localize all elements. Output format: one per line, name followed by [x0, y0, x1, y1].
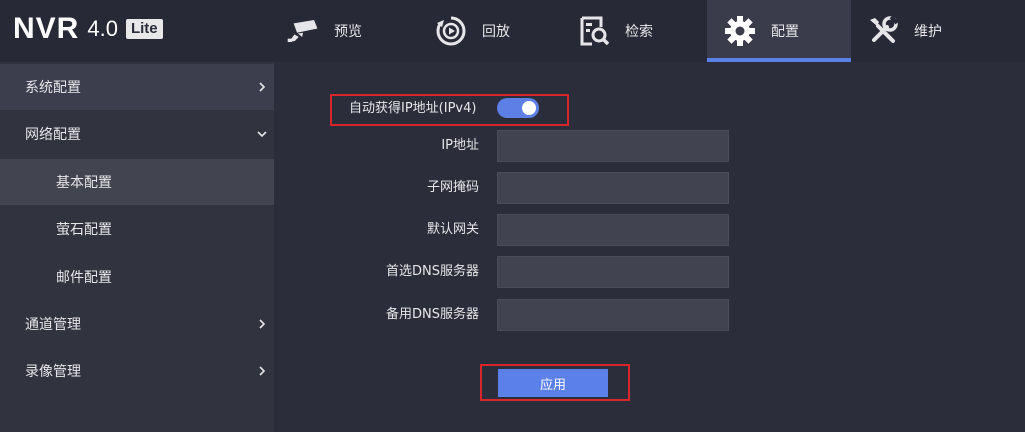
- sidebar-item-channel-mgmt[interactable]: 通道管理: [0, 301, 274, 347]
- brand-version: 4.0: [87, 16, 118, 41]
- camera-icon: [286, 14, 320, 48]
- chevron-right-icon: [259, 82, 266, 92]
- default-gateway-input[interactable]: [497, 214, 729, 246]
- tab-label: 预览: [334, 24, 362, 40]
- sidebar-item-basic-config[interactable]: 基本配置: [0, 159, 274, 205]
- search-doc-icon: [577, 14, 611, 48]
- sidebar-item-label: 通道管理: [25, 317, 81, 333]
- alternate-dns-input[interactable]: [497, 299, 729, 331]
- brand-logo: NVR 4.0 Lite: [13, 9, 163, 49]
- subnet-mask-input[interactable]: [497, 172, 729, 204]
- tab-label: 维护: [914, 24, 942, 40]
- preferred-dns-label: 首选DNS服务器: [386, 264, 479, 279]
- tab-label: 回放: [482, 24, 510, 40]
- brand-name: NVR: [13, 12, 80, 45]
- dhcp-label: 自动获得IP地址(IPv4): [349, 101, 477, 116]
- ip-address-input[interactable]: [497, 130, 729, 162]
- tools-icon: [866, 14, 900, 48]
- subnet-mask-label: 子网掩码: [426, 180, 479, 195]
- ip-address-label: IP地址: [441, 138, 479, 153]
- preferred-dns-input[interactable]: [497, 256, 729, 288]
- chevron-right-icon: [259, 366, 266, 376]
- tab-playback[interactable]: 回放: [434, 0, 564, 62]
- dhcp-toggle[interactable]: [497, 98, 539, 118]
- sidebar-item-email-config[interactable]: 邮件配置: [0, 254, 274, 300]
- chevron-down-icon: [257, 131, 267, 138]
- apply-button[interactable]: 应用: [498, 369, 608, 397]
- sidebar-item-label: 邮件配置: [56, 270, 112, 286]
- sidebar-item-system-config[interactable]: 系统配置: [0, 64, 274, 110]
- sidebar-item-label: 网络配置: [25, 127, 81, 143]
- tab-label: 检索: [625, 24, 653, 40]
- top-bar: NVR 4.0 Lite 预览 回放 检索 配置 维护: [0, 0, 1025, 62]
- gear-icon: [723, 14, 757, 48]
- sidebar-item-label: 萤石配置: [56, 222, 112, 238]
- tab-label: 配置: [771, 24, 799, 40]
- sidebar-item-record-mgmt[interactable]: 录像管理: [0, 348, 274, 394]
- sidebar-item-label: 基本配置: [56, 175, 112, 191]
- sidebar-item-ezviz-config[interactable]: 萤石配置: [0, 206, 274, 252]
- tab-config[interactable]: 配置: [707, 0, 851, 62]
- sidebar-item-label: 录像管理: [25, 364, 81, 380]
- toggle-knob: [522, 101, 536, 115]
- tab-maintenance[interactable]: 维护: [866, 0, 996, 62]
- sidebar-item-label: 系统配置: [25, 80, 81, 96]
- tab-preview[interactable]: 预览: [286, 0, 416, 62]
- default-gateway-label: 默认网关: [426, 222, 479, 237]
- sidebar-item-network-config[interactable]: 网络配置: [0, 111, 274, 157]
- brand-tag: Lite: [125, 19, 163, 39]
- tab-search[interactable]: 检索: [577, 0, 707, 62]
- chevron-right-icon: [259, 319, 266, 329]
- alternate-dns-label: 备用DNS服务器: [386, 307, 479, 322]
- playback-icon: [434, 14, 468, 48]
- sidebar: 系统配置 网络配置 基本配置 萤石配置 邮件配置 通道管理 录像管理: [0, 62, 274, 432]
